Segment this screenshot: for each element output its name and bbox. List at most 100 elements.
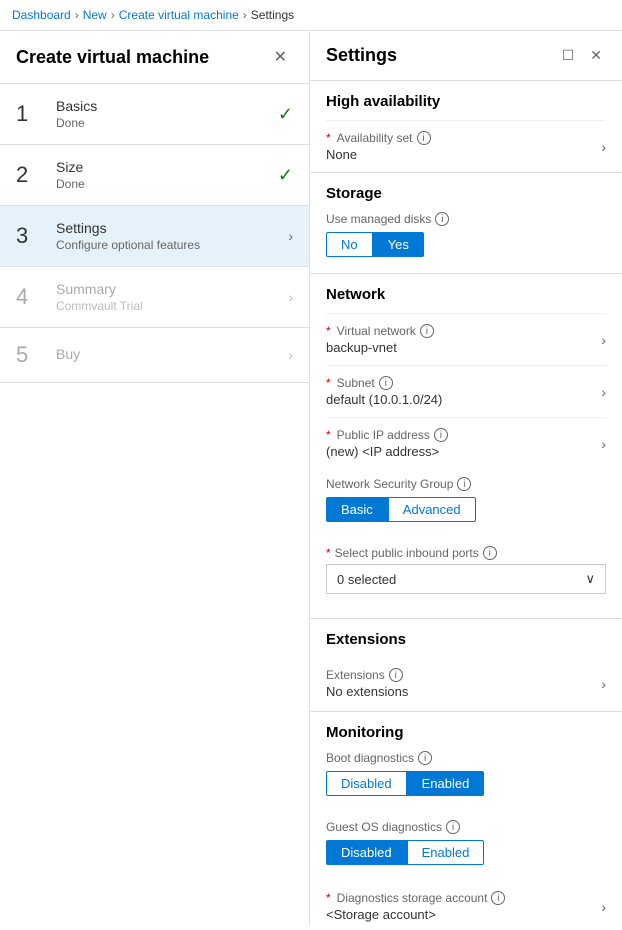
step-3-chevron-icon: ›: [288, 228, 293, 244]
storage-title: Storage: [326, 185, 606, 202]
nsg-info-icon[interactable]: i: [457, 477, 471, 491]
inbound-ports-value: 0 selected: [337, 572, 396, 587]
extensions-label: Extensions: [326, 668, 385, 682]
availability-set-required: *: [326, 131, 331, 145]
guest-os-diagnostics-disabled-button[interactable]: Disabled: [326, 840, 407, 865]
managed-disks-no-button[interactable]: No: [326, 232, 373, 257]
step-4-title: Summary: [56, 281, 280, 297]
public-ip-chevron-icon: ›: [601, 436, 606, 452]
extensions-title: Extensions: [326, 631, 606, 648]
step-size[interactable]: 2 Size Done ✓: [0, 145, 309, 206]
step-2-check-icon: ✓: [278, 165, 293, 186]
step-2-subtitle: Done: [56, 177, 270, 191]
subnet-chevron-icon: ›: [601, 384, 606, 400]
left-panel: Create virtual machine ✕ 1 Basics Done ✓…: [0, 31, 310, 926]
availability-set-info-icon[interactable]: i: [417, 131, 431, 145]
public-ip-value: (new) <IP address>: [326, 444, 593, 459]
public-ip-info-icon[interactable]: i: [434, 428, 448, 442]
public-ip-label: Public IP address: [337, 428, 430, 442]
subnet-value: default (10.0.1.0/24): [326, 392, 593, 407]
inbound-ports-label: Select public inbound ports: [335, 546, 479, 560]
guest-os-diagnostics-info-icon[interactable]: i: [446, 820, 460, 834]
guest-os-diagnostics-toggle: Disabled Enabled: [326, 840, 606, 865]
left-panel-close-button[interactable]: ✕: [268, 45, 293, 69]
subnet-row[interactable]: * Subnet i default (10.0.1.0/24) ›: [326, 365, 606, 417]
step-1-check-icon: ✓: [278, 104, 293, 125]
availability-set-row[interactable]: * Availability set i None ›: [326, 120, 606, 172]
breadcrumb-dashboard[interactable]: Dashboard: [12, 8, 71, 22]
step-buy[interactable]: 5 Buy ›: [0, 328, 309, 383]
step-3-subtitle: Configure optional features: [56, 238, 280, 252]
left-panel-header: Create virtual machine ✕: [0, 31, 309, 84]
availability-set-chevron-icon: ›: [601, 139, 606, 155]
network-section: Network * Virtual network i backup-vnet …: [310, 274, 622, 619]
extensions-info-icon[interactable]: i: [389, 668, 403, 682]
high-availability-title: High availability: [326, 93, 606, 110]
step-2-title: Size: [56, 159, 270, 175]
diagnostics-storage-info-icon[interactable]: i: [491, 891, 505, 905]
maximize-button[interactable]: ☐: [558, 45, 579, 66]
inbound-ports-info-icon[interactable]: i: [483, 546, 497, 560]
extensions-section: Extensions Extensions i No extensions ›: [310, 619, 622, 712]
network-title: Network: [326, 286, 606, 303]
diagnostics-storage-label: Diagnostics storage account: [337, 891, 488, 905]
extensions-row[interactable]: Extensions i No extensions ›: [326, 658, 606, 711]
virtual-network-label: Virtual network: [337, 324, 416, 338]
nsg-basic-button[interactable]: Basic: [326, 497, 388, 522]
boot-diagnostics-info-icon[interactable]: i: [418, 751, 432, 765]
boot-diagnostics-label: Boot diagnostics: [326, 751, 414, 765]
availability-set-label: Availability set: [337, 131, 413, 145]
inbound-ports-chevron-icon: ∨: [585, 571, 595, 587]
subnet-label: Subnet: [337, 376, 375, 390]
boot-diagnostics-enabled-button[interactable]: Enabled: [407, 771, 485, 796]
diagnostics-storage-row[interactable]: * Diagnostics storage account i <Storage…: [326, 881, 606, 926]
monitoring-section: Monitoring Boot diagnostics i Disabled E…: [310, 712, 622, 926]
nsg-advanced-button[interactable]: Advanced: [388, 497, 476, 522]
managed-disks-toggle: No Yes: [326, 232, 606, 257]
step-3-number: 3: [16, 223, 46, 249]
diagnostics-storage-value: <Storage account>: [326, 907, 593, 922]
managed-disks-info-icon[interactable]: i: [435, 212, 449, 226]
boot-diagnostics-disabled-button[interactable]: Disabled: [326, 771, 407, 796]
managed-disks-label: Use managed disks: [326, 212, 431, 226]
step-4-subtitle: Commvault Trial: [56, 299, 280, 313]
inbound-ports-dropdown[interactable]: 0 selected ∨: [326, 564, 606, 594]
guest-os-diagnostics-label: Guest OS diagnostics: [326, 820, 442, 834]
step-3-title: Settings: [56, 220, 280, 236]
extensions-value: No extensions: [326, 684, 408, 699]
monitoring-title: Monitoring: [326, 724, 606, 741]
extensions-chevron-icon: ›: [601, 676, 606, 692]
breadcrumb-new[interactable]: New: [83, 8, 107, 22]
step-5-chevron-icon: ›: [288, 347, 293, 363]
managed-disks-yes-button[interactable]: Yes: [373, 232, 424, 257]
step-1-subtitle: Done: [56, 116, 270, 130]
public-ip-row[interactable]: * Public IP address i (new) <IP address>…: [326, 417, 606, 469]
virtual-network-chevron-icon: ›: [601, 332, 606, 348]
boot-diagnostics-toggle: Disabled Enabled: [326, 771, 606, 796]
breadcrumb-settings: Settings: [251, 8, 294, 22]
step-5-title: Buy: [56, 346, 280, 362]
high-availability-section: High availability * Availability set i N…: [310, 81, 622, 173]
step-2-number: 2: [16, 162, 46, 188]
right-panel-close-button[interactable]: ✕: [586, 45, 606, 66]
step-4-chevron-icon: ›: [288, 289, 293, 305]
nsg-toggle: Basic Advanced: [326, 497, 606, 522]
diagnostics-storage-chevron-icon: ›: [601, 899, 606, 915]
step-1-title: Basics: [56, 98, 270, 114]
virtual-network-row[interactable]: * Virtual network i backup-vnet ›: [326, 313, 606, 365]
availability-set-value: None: [326, 147, 593, 162]
right-panel-header: Settings ☐ ✕: [310, 31, 622, 81]
create-vm-title: Create virtual machine: [16, 47, 209, 68]
virtual-network-info-icon[interactable]: i: [420, 324, 434, 338]
step-1-number: 1: [16, 101, 46, 127]
subnet-info-icon[interactable]: i: [379, 376, 393, 390]
storage-section: Storage Use managed disks i No Yes: [310, 173, 622, 274]
virtual-network-value: backup-vnet: [326, 340, 593, 355]
step-settings[interactable]: 3 Settings Configure optional features ›: [0, 206, 309, 267]
right-panel: Settings ☐ ✕ High availability * Availab…: [310, 31, 622, 926]
settings-title: Settings: [326, 45, 397, 66]
step-summary[interactable]: 4 Summary Commvault Trial ›: [0, 267, 309, 328]
breadcrumb-create-vm[interactable]: Create virtual machine: [119, 8, 239, 22]
guest-os-diagnostics-enabled-button[interactable]: Enabled: [407, 840, 485, 865]
step-basics[interactable]: 1 Basics Done ✓: [0, 84, 309, 145]
